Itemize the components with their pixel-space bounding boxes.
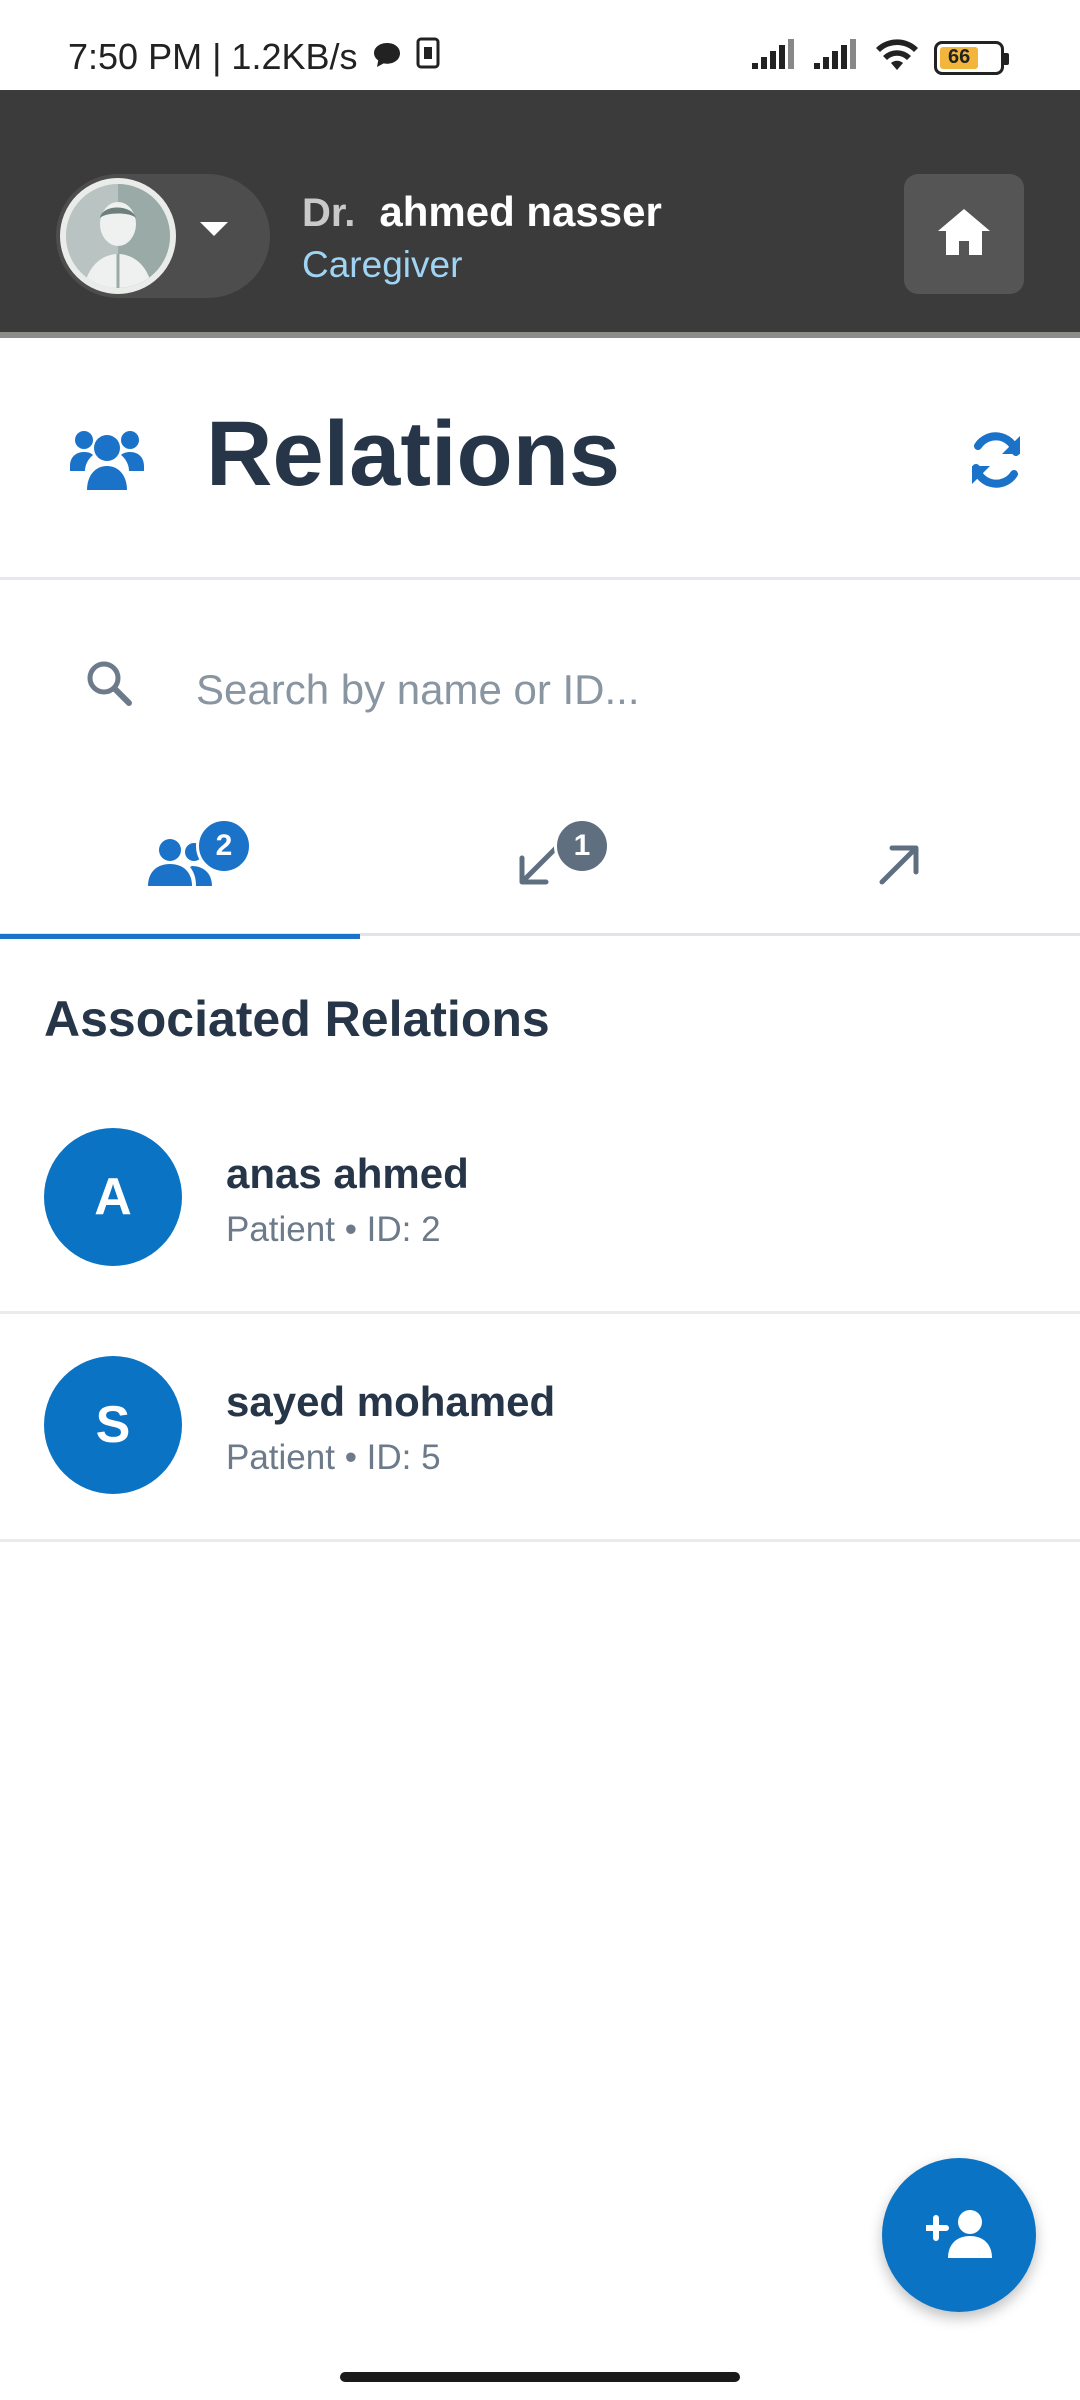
- chevron-down-icon: [200, 222, 228, 236]
- tab-incoming[interactable]: 1: [360, 790, 720, 936]
- refresh-icon[interactable]: [966, 430, 1026, 495]
- user-fullname: ahmed nasser: [379, 188, 662, 235]
- home-button[interactable]: [904, 174, 1024, 294]
- list-item[interactable]: S sayed mohamed Patient • ID: 5: [0, 1314, 1080, 1542]
- title-section: Relations: [0, 342, 1080, 580]
- page-title: Relations: [206, 403, 621, 505]
- tab-badge: 1: [554, 818, 610, 874]
- status-bar: 7:50 PM | 1.2KB/s 66: [0, 0, 1080, 90]
- list-item[interactable]: A anas ahmed Patient • ID: 2: [0, 1086, 1080, 1314]
- sim-card-icon: [416, 36, 440, 78]
- relations-tabs: 2 1: [0, 790, 1080, 939]
- search-icon: [84, 658, 134, 713]
- app-header: Dr. ahmed nasser Caregiver: [0, 90, 1080, 338]
- avatar: A: [44, 1128, 182, 1266]
- wifi-icon: [874, 38, 920, 77]
- tab-badge: 2: [196, 818, 252, 874]
- battery-level: 66: [940, 46, 979, 69]
- relation-meta: Patient • ID: 2: [226, 1210, 441, 1249]
- users-group-icon: [70, 426, 144, 497]
- relation-name: sayed mohamed: [226, 1378, 556, 1425]
- avatar: [60, 178, 176, 294]
- section-heading: Associated Relations: [44, 991, 550, 1047]
- search-bar: [0, 610, 1080, 770]
- signal-icon-2: [812, 39, 860, 76]
- home-icon: [936, 207, 992, 262]
- avatar: S: [44, 1356, 182, 1494]
- user-role: Caregiver: [302, 244, 463, 285]
- status-left: 7:50 PM | 1.2KB/s: [68, 36, 440, 78]
- add-user-icon: [923, 2208, 992, 2263]
- search-input[interactable]: [196, 650, 1016, 730]
- user-name: Dr. ahmed nasser: [302, 188, 662, 236]
- relation-meta: Patient • ID: 5: [226, 1438, 441, 1477]
- tab-associated[interactable]: 2: [0, 790, 360, 939]
- status-right: 66: [750, 38, 1009, 77]
- profile-menu-button[interactable]: [56, 174, 270, 298]
- battery-icon: 66: [934, 40, 1009, 75]
- add-relation-button[interactable]: [882, 2158, 1036, 2312]
- relation-name: anas ahmed: [226, 1150, 469, 1197]
- chat-bubble-icon: [372, 36, 402, 78]
- user-prefix: Dr.: [302, 191, 356, 235]
- arrow-up-right-icon: [876, 842, 922, 893]
- home-indicator: [340, 2372, 740, 2382]
- status-time-speed: 7:50 PM | 1.2KB/s: [68, 36, 358, 77]
- tab-outgoing[interactable]: [720, 790, 1080, 936]
- signal-icon: [750, 39, 798, 76]
